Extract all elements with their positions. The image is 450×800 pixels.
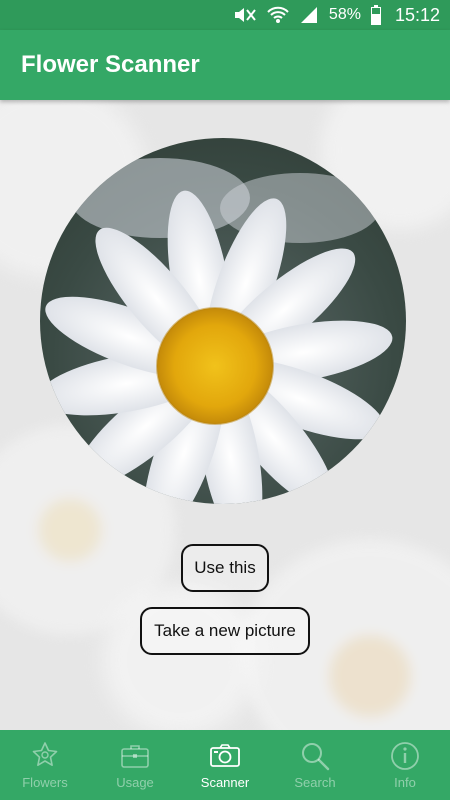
nav-label-scanner: Scanner — [200, 775, 250, 790]
app-bar: Flower Scanner — [0, 30, 450, 100]
battery-percent: 58% — [328, 6, 361, 23]
nav-item-usage[interactable]: Usage — [90, 730, 180, 800]
background-blur — [80, 580, 280, 730]
scanner-content: Use this Take a new picture — [0, 100, 450, 730]
nav-label-search: Search — [294, 775, 336, 790]
battery-icon — [370, 5, 381, 25]
captured-flower-photo — [40, 138, 406, 504]
take-new-picture-button[interactable]: Take a new picture — [140, 607, 310, 655]
wifi-icon — [267, 6, 289, 24]
nav-item-info[interactable]: Info — [360, 730, 450, 800]
briefcase-icon — [119, 740, 151, 772]
flower-icon — [29, 740, 61, 772]
camera-icon — [209, 740, 241, 772]
status-bar: 58% 15:12 — [0, 0, 450, 30]
bottom-navigation: Flowers Usage Scanner Search Info — [0, 730, 450, 800]
clock: 15:12 — [394, 4, 440, 25]
use-this-button[interactable]: Use this — [181, 544, 269, 592]
signal-icon — [299, 6, 319, 24]
info-icon — [389, 740, 421, 772]
nav-item-search[interactable]: Search — [270, 730, 360, 800]
app-title: Flower Scanner — [21, 51, 200, 78]
nav-item-scanner[interactable]: Scanner — [180, 730, 270, 800]
nav-label-flowers: Flowers — [22, 775, 68, 790]
nav-item-flowers[interactable]: Flowers — [0, 730, 90, 800]
nav-label-info: Info — [394, 775, 416, 790]
nav-label-usage: Usage — [116, 775, 154, 790]
mute-icon — [233, 6, 257, 24]
search-icon — [299, 740, 331, 772]
